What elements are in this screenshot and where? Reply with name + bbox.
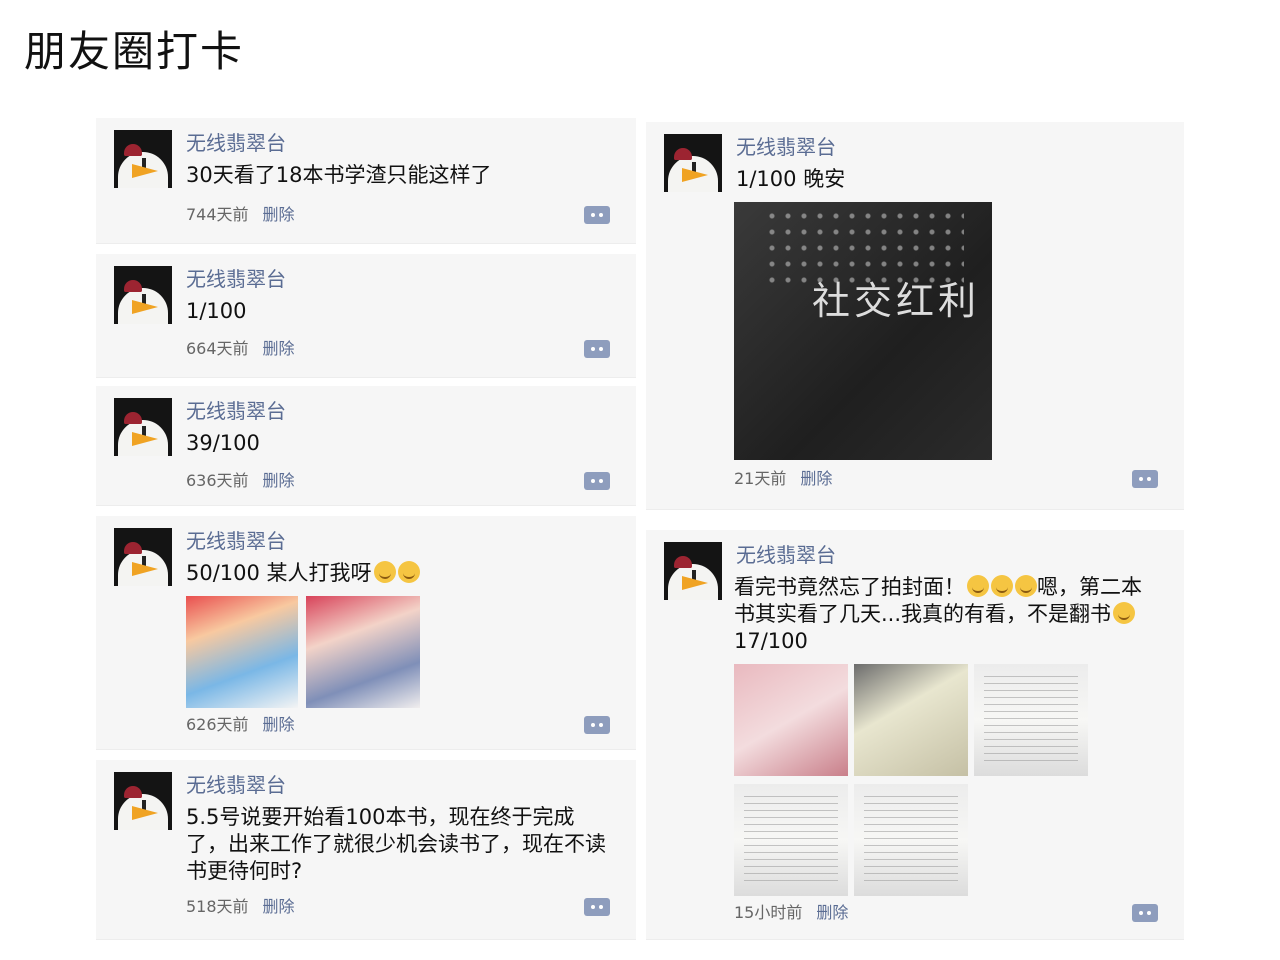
moment-post: 无线翡翠台 1/100 664天前 删除 [96,254,636,378]
delete-button[interactable]: 删除 [263,205,295,224]
post-meta: 636天前 删除 [186,470,295,492]
moment-post: 无线翡翠台 50/100 某人打我呀 626天前 删除 [96,516,636,750]
comment-icon[interactable] [1132,470,1158,488]
avatar[interactable] [114,398,172,456]
dizzy-emoji-icon [991,575,1013,597]
dizzy-emoji-icon [967,575,989,597]
delete-button[interactable]: 删除 [263,715,295,734]
post-text: 39/100 [186,431,260,455]
post-time: 664天前 [186,339,249,358]
delete-button[interactable]: 删除 [263,897,295,916]
moment-post: 无线翡翠台 1/100 晚安 社交红利 21天前 删除 [646,122,1184,510]
moment-post: 无线翡翠台 看完书竟然忘了拍封面！ 嗯，第二本 书其实看了几天...我真的有看，不… [646,530,1184,940]
page-title: 朋友圈打卡 [24,27,245,76]
post-image[interactable] [854,664,968,776]
post-time: 626天前 [186,715,249,734]
delete-button[interactable]: 删除 [263,339,295,358]
post-text: 1/100 [186,299,247,323]
post-meta: 744天前 删除 [186,204,295,226]
avatar[interactable] [664,542,722,600]
author-name[interactable]: 无线翡翠台 [736,542,836,568]
cover-pattern [764,208,964,288]
post-text: 看完书竟然忘了拍封面！ 嗯，第二本 书其实看了几天...我真的有看，不是翻书 17… [734,574,1164,655]
post-meta: 21天前 删除 [734,468,832,490]
comment-icon[interactable] [584,716,610,734]
author-name[interactable]: 无线翡翠台 [186,398,286,424]
avatar[interactable] [114,772,172,830]
post-meta: 664天前 删除 [186,338,295,360]
post-text: 30天看了18本书学渣只能这样了 [186,163,492,187]
post-text: 1/100 晚安 [736,167,846,191]
post-image[interactable] [974,664,1088,776]
post-time: 518天前 [186,897,249,916]
post-text-line: 看完书竟然忘了拍封面！ 嗯，第二本 [734,575,1142,599]
avatar[interactable] [664,134,722,192]
post-time: 15小时前 [734,903,803,922]
post-image[interactable] [306,596,420,708]
cover-title: 社交红利 [812,279,981,323]
moment-post: 无线翡翠台 30天看了18本书学渣只能这样了 744天前 删除 [96,118,636,244]
post-meta: 15小时前 删除 [734,902,848,924]
post-image[interactable] [186,596,298,708]
post-text-content: 50/100 某人打我呀 [186,561,372,585]
post-text: 5.5号说要开始看100本书，现在终于完成了，出来工作了就很少机会读书了，现在不… [186,805,606,883]
comment-icon[interactable] [584,472,610,490]
moment-post: 无线翡翠台 5.5号说要开始看100本书，现在终于完成了，出来工作了就很少机会读… [96,760,636,940]
author-name[interactable]: 无线翡翠台 [736,134,836,160]
dizzy-emoji-icon [1015,575,1037,597]
post-meta: 518天前 删除 [186,896,295,918]
delete-button[interactable]: 删除 [800,469,832,488]
thinking-emoji-icon [1113,602,1136,624]
delete-button[interactable]: 删除 [263,471,295,490]
author-name[interactable]: 无线翡翠台 [186,130,286,156]
author-name[interactable]: 无线翡翠台 [186,266,286,292]
comment-icon[interactable] [584,340,610,358]
post-image[interactable]: 社交红利 [734,202,992,460]
moment-post: 无线翡翠台 39/100 636天前 删除 [96,386,636,506]
post-text: 50/100 某人打我呀 [186,560,616,587]
post-image[interactable] [734,784,848,896]
avatar[interactable] [114,130,172,188]
post-time: 21天前 [734,469,787,488]
post-time: 744天前 [186,205,249,224]
post-time: 636天前 [186,471,249,490]
smile-emoji-icon [373,561,396,583]
comment-icon[interactable] [584,206,610,224]
avatar[interactable] [114,266,172,324]
avatar[interactable] [114,528,172,586]
post-meta: 626天前 删除 [186,714,295,736]
comment-icon[interactable] [584,898,610,916]
author-name[interactable]: 无线翡翠台 [186,528,286,554]
author-name[interactable]: 无线翡翠台 [186,772,286,798]
post-image[interactable] [854,784,968,896]
post-text-line: 书其实看了几天...我真的有看，不是翻书 [734,601,1164,628]
post-text-line: 17/100 [734,629,808,653]
post-image[interactable] [734,664,848,776]
comment-icon[interactable] [1132,904,1158,922]
smile-emoji-icon [397,561,420,583]
delete-button[interactable]: 删除 [816,903,848,922]
